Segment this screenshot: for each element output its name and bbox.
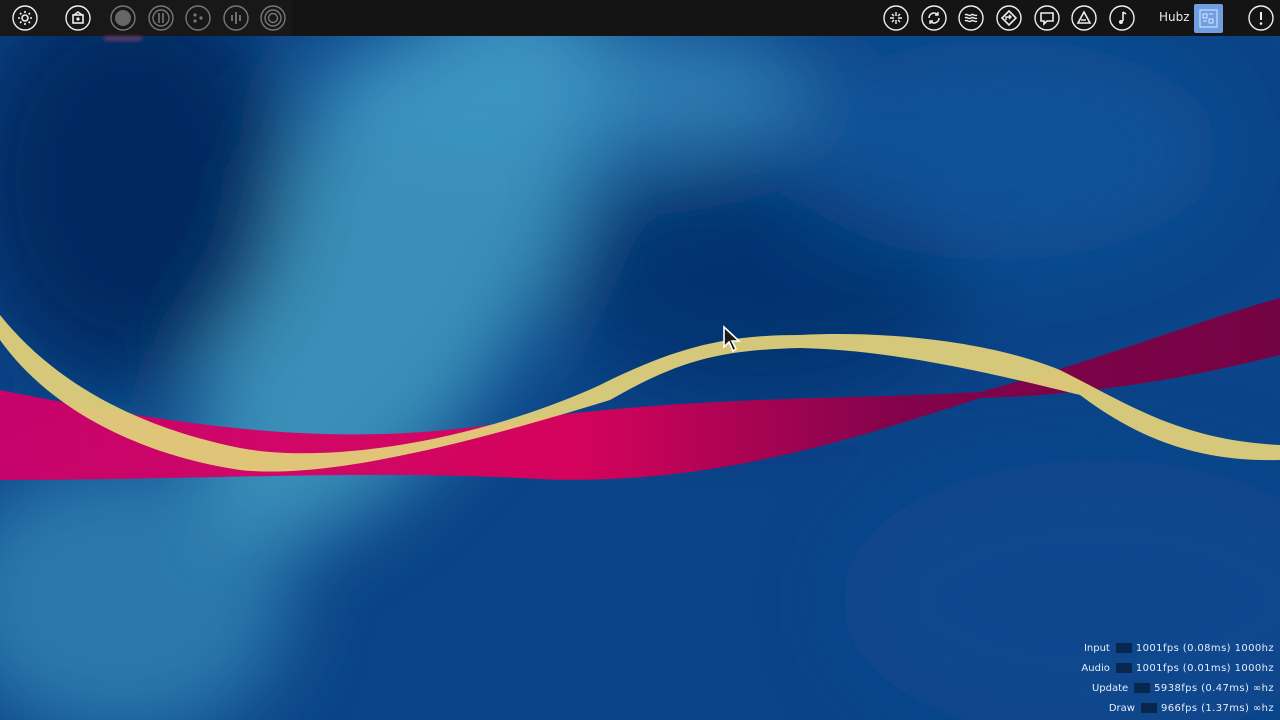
stat-row-audio: Audio 1001fps (0.01ms) 1000hz (1054, 658, 1274, 678)
target-icon[interactable] (260, 5, 286, 31)
diamond-arrow-icon[interactable] (996, 5, 1022, 31)
pause-icon[interactable] (148, 5, 174, 31)
settings-icon[interactable] (12, 5, 38, 31)
stat-value: 1001fps (0.08ms) 1000hz (1135, 642, 1274, 654)
stat-label: Audio (1081, 662, 1110, 674)
alert-icon[interactable] (1248, 5, 1274, 31)
sync-icon[interactable] (921, 5, 947, 31)
stat-row-draw: Draw 966fps (1.37ms) ∞hz (1054, 698, 1274, 718)
performance-overlay: Input 1001fps (0.08ms) 1000hz Audio 1001… (1054, 638, 1274, 718)
dots-icon[interactable] (185, 5, 211, 31)
home-icon[interactable] (65, 5, 91, 31)
music-note-icon[interactable] (1109, 5, 1135, 31)
chat-icon[interactable] (1034, 5, 1060, 31)
stat-graph (1115, 643, 1132, 653)
stat-value: 5938fps (0.47ms) ∞hz (1154, 682, 1274, 694)
visualizer-background (0, 0, 1280, 720)
top-toolbar: Hubz (0, 0, 1280, 36)
stat-graph (1140, 703, 1157, 713)
stat-value: 966fps (1.37ms) ∞hz (1160, 702, 1274, 714)
equalizer-icon[interactable] (223, 5, 249, 31)
stat-row-input: Input 1001fps (0.08ms) 1000hz (1054, 638, 1274, 658)
stat-value: 1001fps (0.01ms) 1000hz (1135, 662, 1274, 674)
stat-row-update: Update 5938fps (0.47ms) ∞hz (1054, 678, 1274, 698)
stat-graph (1134, 683, 1151, 693)
triangle-icon[interactable] (1071, 5, 1097, 31)
waves-icon[interactable] (958, 5, 984, 31)
stat-label: Draw (1108, 702, 1135, 714)
username-label[interactable]: Hubz (1159, 10, 1190, 24)
avatar[interactable] (1194, 4, 1223, 33)
stat-label: Input (1083, 642, 1110, 654)
sparkle-icon[interactable] (883, 5, 909, 31)
stat-label: Update (1091, 682, 1129, 694)
mouse-cursor-icon (723, 325, 742, 353)
record-icon[interactable] (110, 5, 136, 31)
stat-graph (1115, 663, 1132, 673)
